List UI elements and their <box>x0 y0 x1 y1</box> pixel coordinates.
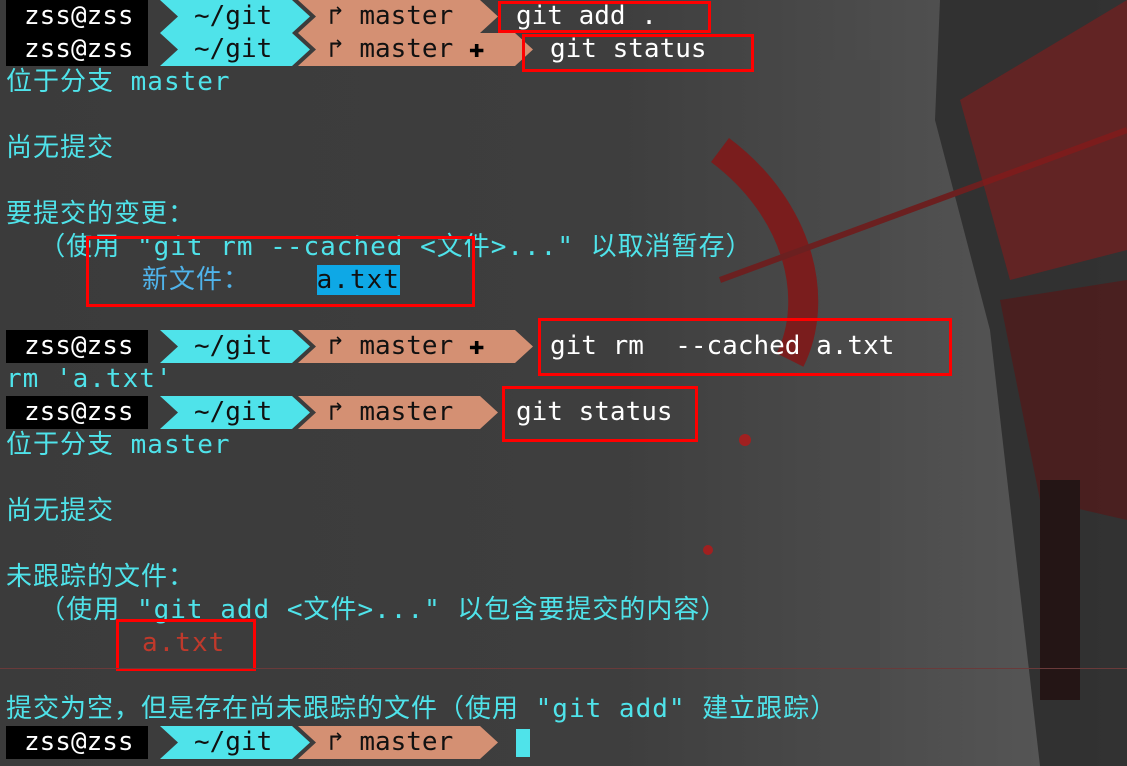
command-input[interactable] <box>516 726 530 759</box>
prompt-user: zss@zss <box>6 396 148 429</box>
prompt-user: zss@zss <box>6 33 148 66</box>
prompt-branch: ↱ master ✚ <box>298 330 533 363</box>
prompt-dir: ~/git <box>160 330 310 363</box>
prompt-dir: ~/git <box>160 0 310 33</box>
branch-icon: ↱ <box>328 331 360 361</box>
prompt-user: zss@zss <box>6 726 148 759</box>
output-line: 位于分支 master <box>6 67 231 97</box>
dirty-icon: ✚ <box>468 331 485 361</box>
output-line: （使用 "git add <文件>..." 以包含要提交的内容） <box>6 595 728 625</box>
dirty-icon: ✚ <box>468 34 485 64</box>
output-line: 提交为空，但是存在尚未跟踪的文件（使用 "git add" 建立跟踪） <box>6 694 838 724</box>
prompt-branch-name: master <box>359 727 454 757</box>
branch-icon: ↱ <box>328 727 360 757</box>
divider <box>0 668 1127 669</box>
highlight-box <box>86 236 475 307</box>
highlight-box <box>498 1 711 33</box>
output-line: rm 'a.txt' <box>6 364 173 394</box>
branch-icon: ↱ <box>328 1 360 31</box>
prompt-branch-name: master <box>359 34 454 64</box>
prompt-branch: ↱ master <box>298 396 498 429</box>
output-line: 位于分支 master <box>6 430 231 460</box>
prompt-branch: ↱ master <box>298 726 498 759</box>
text-cursor <box>516 728 530 757</box>
terminal-window[interactable]: zss@zss ~/git ↱ master git add . zss@zss… <box>0 0 1127 766</box>
output-line: 未跟踪的文件： <box>6 562 196 592</box>
output-line: 尚无提交 <box>6 133 115 163</box>
prompt-user: zss@zss <box>6 330 148 363</box>
prompt-dir: ~/git <box>160 396 310 429</box>
branch-icon: ↱ <box>328 34 360 64</box>
highlight-box <box>538 318 952 376</box>
output-line: 要提交的变更： <box>6 199 196 229</box>
prompt-branch: ↱ master ✚ <box>298 33 533 66</box>
shell-prompt: zss@zss ~/git ↱ master <box>0 726 1127 759</box>
prompt-branch-name: master <box>359 331 454 361</box>
highlight-box <box>116 619 256 671</box>
branch-icon: ↱ <box>328 397 360 427</box>
prompt-user: zss@zss <box>6 0 148 33</box>
prompt-branch-name: master <box>359 1 454 31</box>
prompt-branch: ↱ master <box>298 0 498 33</box>
highlight-box <box>522 34 754 72</box>
prompt-branch-name: master <box>359 397 454 427</box>
highlight-box <box>502 386 698 442</box>
output-line: 尚无提交 <box>6 496 115 526</box>
prompt-dir: ~/git <box>160 33 310 66</box>
prompt-dir: ~/git <box>160 726 310 759</box>
